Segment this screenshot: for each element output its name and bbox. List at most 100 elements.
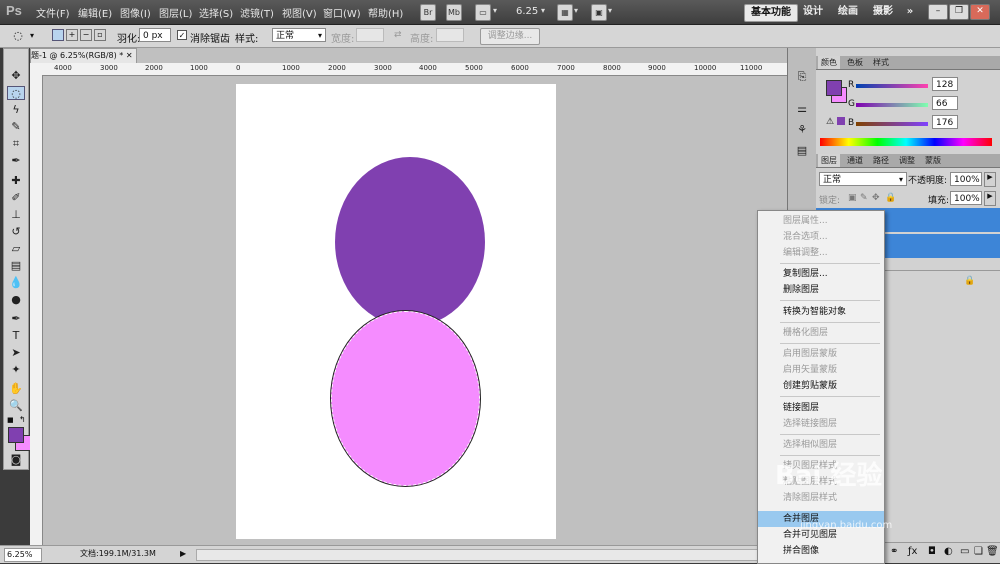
intersect-selection-icon[interactable]: ▫ — [94, 29, 106, 41]
pink-circle-shape-selected[interactable] — [331, 311, 480, 486]
tab-layers[interactable]: 图层 — [818, 154, 840, 167]
lock-pixels-icon[interactable]: ✎ — [860, 193, 868, 203]
green-value-input[interactable]: 66 — [932, 96, 958, 110]
swap-colors-icon[interactable]: ↰ — [19, 415, 26, 424]
menu-item-convert-smart-object[interactable]: 转换为智能对象 — [758, 304, 884, 320]
dodge-tool-icon[interactable]: ● — [7, 293, 25, 307]
hand-tool-icon[interactable]: ✋ — [7, 382, 25, 396]
menu-view[interactable]: 视图(V) — [282, 5, 317, 20]
document-tab-close-icon[interactable]: ✕ — [126, 51, 133, 60]
clone-source-panel-icon[interactable]: ⚘ — [794, 123, 810, 137]
antialias-checkbox[interactable]: ✓ — [177, 30, 187, 40]
menu-image[interactable]: 图像(I) — [120, 5, 151, 20]
purple-circle-shape[interactable] — [335, 157, 485, 327]
menu-item-create-clipping-mask[interactable]: 创建剪贴蒙版 — [758, 378, 884, 394]
default-colors-icon[interactable]: ■ — [7, 416, 14, 424]
lock-transparency-icon[interactable]: ▣ — [848, 193, 857, 203]
red-slider[interactable] — [856, 84, 928, 88]
zoom-chevron-icon[interactable]: ▾ — [541, 6, 545, 15]
tab-styles[interactable]: 样式 — [870, 56, 892, 69]
menu-item-blending-options[interactable]: 混合选项... — [758, 229, 884, 245]
menu-item-enable-vector-mask[interactable]: 启用矢量蒙版 — [758, 362, 884, 378]
arrange-documents-icon[interactable]: ▦ — [557, 4, 573, 21]
eyedropper-tool-icon[interactable]: ✒ — [7, 154, 25, 168]
add-selection-icon[interactable]: + — [66, 29, 78, 41]
document-tab[interactable]: 题-1 @ 6.25%(RGB/8) * ✕ — [30, 48, 137, 64]
menu-item-flatten-image[interactable]: 拼合图像 — [758, 543, 884, 559]
fill-input[interactable]: 100% — [950, 191, 982, 205]
tab-swatches[interactable]: 色板 — [844, 56, 866, 69]
quick-mask-icon[interactable]: ◙ — [7, 453, 25, 467]
shape-tool-icon[interactable]: ✦ — [7, 363, 25, 377]
link-layers-icon[interactable]: ⚭ — [890, 546, 898, 557]
menu-item-clear-layer-style[interactable]: 清除图层样式 — [758, 490, 884, 506]
blue-value-input[interactable]: 176 — [932, 115, 958, 129]
style-select[interactable]: 正常 ▾ — [272, 28, 326, 42]
type-tool-icon[interactable]: T — [7, 329, 25, 343]
fill-arrow-icon[interactable]: ▶ — [984, 191, 996, 206]
tab-masks[interactable]: 蒙版 — [922, 154, 944, 167]
tab-channels[interactable]: 通道 — [844, 154, 866, 167]
menu-select[interactable]: 选择(S) — [199, 5, 233, 20]
quick-selection-tool-icon[interactable]: ✎ — [7, 120, 25, 134]
zoom-field[interactable]: 6.25% — [4, 548, 42, 562]
refine-edge-button[interactable]: 调整边缘... — [480, 28, 540, 45]
color-panel-foreground-swatch[interactable] — [826, 80, 842, 96]
minimize-icon[interactable]: – — [928, 4, 948, 20]
gradient-tool-icon[interactable]: ▤ — [7, 259, 25, 273]
crop-tool-icon[interactable]: ⌗ — [7, 137, 25, 151]
swap-dimensions-icon[interactable]: ⇄ — [394, 30, 402, 40]
feather-input[interactable]: 0 px — [139, 28, 171, 42]
opacity-arrow-icon[interactable]: ▶ — [984, 172, 996, 187]
menu-edit[interactable]: 编辑(E) — [78, 5, 112, 20]
lock-position-icon[interactable]: ✥ — [872, 193, 880, 203]
menu-help[interactable]: 帮助(H) — [368, 5, 403, 20]
menu-item-enable-layer-mask[interactable]: 启用图层蒙版 — [758, 346, 884, 362]
zoom-tool-icon[interactable]: 🔍 — [7, 399, 25, 413]
history-brush-tool-icon[interactable]: ↺ — [7, 225, 25, 239]
workspace-more-icon[interactable]: » — [900, 4, 920, 20]
height-input[interactable] — [436, 28, 464, 42]
workspace-painting[interactable]: 绘画 — [835, 4, 861, 20]
delete-layer-icon[interactable]: 🗑 — [986, 546, 999, 557]
menu-item-layer-properties[interactable]: 图层属性... — [758, 213, 884, 229]
foreground-color-swatch[interactable] — [8, 427, 24, 443]
menu-item-rasterize-layer[interactable]: 栅格化图层 — [758, 325, 884, 341]
workspace-essentials[interactable]: 基本功能 — [744, 4, 798, 22]
path-selection-tool-icon[interactable]: ➤ — [7, 346, 25, 360]
move-tool-icon[interactable]: ✥ — [7, 69, 25, 83]
menu-item-delete-layer[interactable]: 删除图层 — [758, 282, 884, 298]
tool-preset-chevron-icon[interactable]: ▾ — [30, 31, 34, 40]
add-mask-icon[interactable]: ◘ — [928, 546, 936, 557]
tab-color[interactable]: 颜色 — [818, 56, 840, 69]
workspace-design[interactable]: 设计 — [800, 4, 826, 20]
color-spectrum-bar[interactable] — [820, 138, 992, 146]
brush-tool-icon[interactable]: ✐ — [7, 191, 25, 205]
healing-brush-tool-icon[interactable]: ✚ — [7, 174, 25, 188]
menu-item-duplicate-layer[interactable]: 复制图层... — [758, 266, 884, 282]
menu-item-select-linked-layers[interactable]: 选择链接图层 — [758, 416, 884, 432]
menu-item-link-layers[interactable]: 链接图层 — [758, 400, 884, 416]
subtract-selection-icon[interactable]: − — [80, 29, 92, 41]
restore-icon[interactable]: ❐ — [949, 4, 969, 20]
tab-adjustments[interactable]: 调整 — [896, 154, 918, 167]
view-extras-icon[interactable]: ▭ — [475, 4, 491, 21]
menu-file[interactable]: 文件(F) — [36, 5, 70, 20]
clone-stamp-tool-icon[interactable]: ⊥ — [7, 208, 25, 222]
lasso-tool-icon[interactable]: ϟ — [7, 103, 25, 117]
brush-presets-panel-icon[interactable]: ⚌ — [794, 102, 810, 116]
status-menu-arrow-icon[interactable]: ▶ — [180, 548, 186, 560]
eraser-tool-icon[interactable]: ▱ — [7, 242, 25, 256]
width-input[interactable] — [356, 28, 384, 42]
menu-item-edit-adjustment[interactable]: 编辑调整... — [758, 245, 884, 261]
red-value-input[interactable]: 128 — [932, 77, 958, 91]
close-icon[interactable]: ✕ — [970, 4, 990, 20]
gamut-color-swatch[interactable] — [837, 117, 845, 125]
blue-slider[interactable] — [856, 122, 928, 126]
new-group-icon[interactable]: ▭ — [960, 546, 969, 557]
minibridge-button[interactable]: Mb — [446, 4, 462, 21]
screen-mode-chevron-icon[interactable]: ▾ — [608, 6, 612, 15]
bridge-button[interactable]: Br — [420, 4, 436, 21]
elliptical-marquee-tool-icon[interactable]: ◌ — [7, 86, 25, 100]
new-selection-icon[interactable] — [52, 29, 64, 41]
